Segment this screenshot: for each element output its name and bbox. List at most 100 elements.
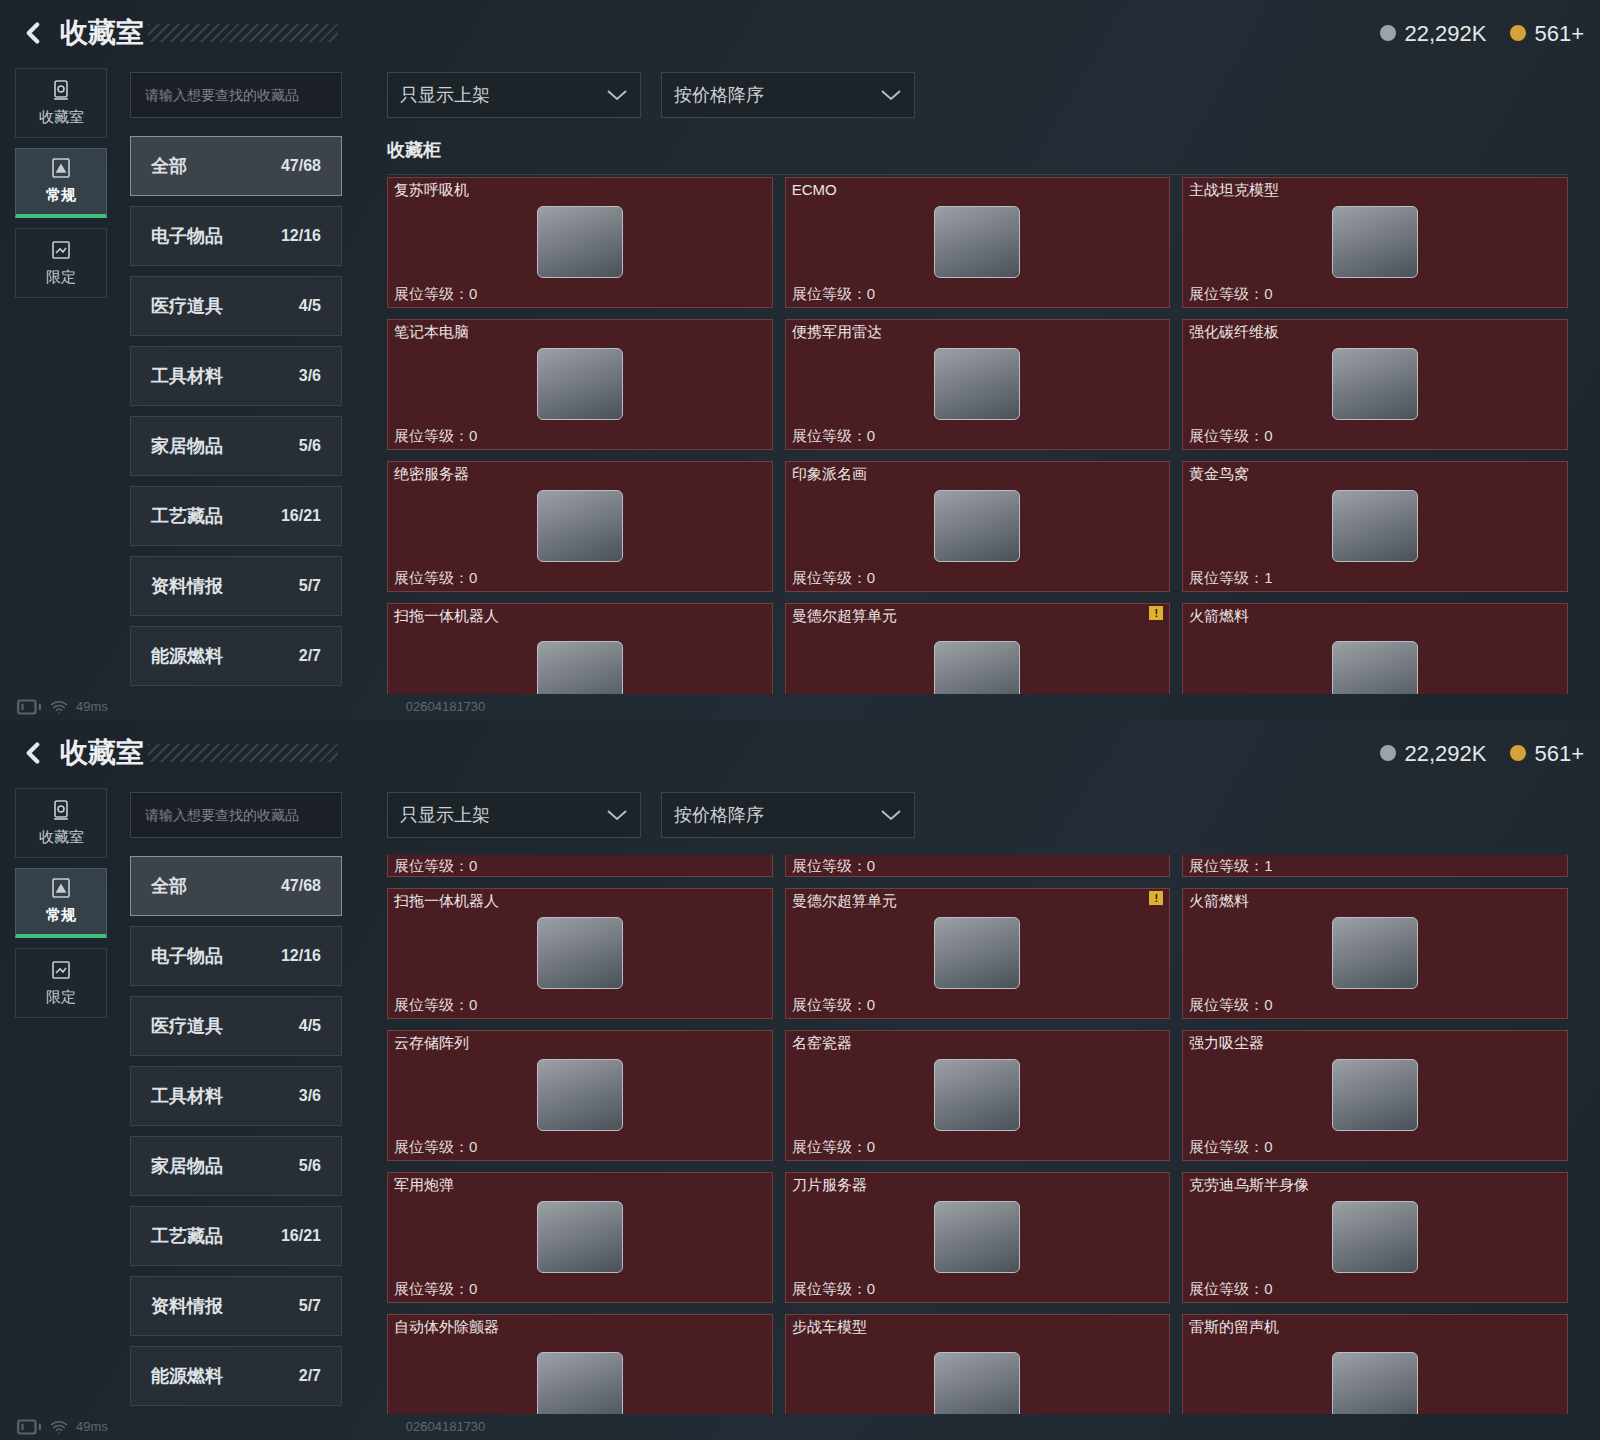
category-item[interactable]: 工艺藏品16/21 xyxy=(130,486,342,546)
category-item[interactable]: 家居物品5/6 xyxy=(130,1136,342,1196)
category-item[interactable]: 能源燃料2/7 xyxy=(130,1346,342,1406)
category-item[interactable]: 资料情报5/7 xyxy=(130,1276,342,1336)
collection-screen: 收藏室22,292K561+收藏室常规限定请输入想要查找的收藏品全部47/68电… xyxy=(0,0,1600,720)
category-item[interactable]: 资料情报5/7 xyxy=(130,556,342,616)
item-level: 展位等级：0 xyxy=(1189,1280,1561,1298)
item-image xyxy=(934,1352,1020,1414)
filter-dropdown[interactable]: 只显示上架 xyxy=(387,72,641,118)
filter-dropdown[interactable]: 按价格降序 xyxy=(661,792,915,838)
back-icon[interactable] xyxy=(16,736,50,770)
chevron-down-icon xyxy=(606,809,628,821)
item-name: 印象派名画 xyxy=(792,465,1164,483)
item-image xyxy=(1332,1059,1418,1131)
item-card[interactable]: 云存储阵列展位等级：0 xyxy=(387,1030,773,1161)
category-item[interactable]: 全部47/68 xyxy=(130,856,342,916)
search-field[interactable]: 请输入想要查找的收藏品 xyxy=(130,72,342,118)
item-image xyxy=(1332,641,1418,694)
nav-column: 收藏室常规限定 xyxy=(15,66,107,694)
item-card[interactable]: 扫拖一体机器人 xyxy=(387,603,773,694)
item-level: 展位等级：1 xyxy=(1189,569,1561,587)
nav-item[interactable]: 限定 xyxy=(15,228,107,298)
item-name: 主战坦克模型 xyxy=(1189,181,1561,199)
item-level: 展位等级：0 xyxy=(792,996,1164,1014)
item-level: 展位等级：0 xyxy=(792,857,875,875)
item-name: 步战车模型 xyxy=(792,1318,1164,1336)
category-item[interactable]: 医疗道具4/5 xyxy=(130,996,342,1056)
currency-amount: 22,292K xyxy=(1404,17,1486,50)
filter-dropdown[interactable]: 只显示上架 xyxy=(387,792,641,838)
item-card[interactable]: 展位等级：0 xyxy=(785,855,1171,877)
item-card[interactable]: ECMO展位等级：0 xyxy=(785,177,1171,308)
item-image xyxy=(537,1352,623,1414)
item-card[interactable]: 扫拖一体机器人展位等级：0 xyxy=(387,888,773,1019)
category-item[interactable]: 工具材料3/6 xyxy=(130,1066,342,1126)
category-item[interactable]: 工艺藏品16/21 xyxy=(130,1206,342,1266)
section-header: 收藏柜 xyxy=(387,135,1568,175)
chevron-down-icon xyxy=(880,89,902,101)
item-card[interactable]: 强化碳纤维板展位等级：0 xyxy=(1182,319,1568,450)
item-card[interactable]: 克劳迪乌斯半身像展位等级：0 xyxy=(1182,1172,1568,1303)
category-count: 47/68 xyxy=(281,154,321,178)
item-card[interactable]: 展位等级：0 xyxy=(387,855,773,877)
item-image xyxy=(934,206,1020,278)
category-item[interactable]: 电子物品12/16 xyxy=(130,926,342,986)
session-id: 02604181730 xyxy=(406,1417,486,1437)
category-count: 47/68 xyxy=(281,874,321,898)
item-card[interactable]: 印象派名画展位等级：0 xyxy=(785,461,1171,592)
item-level: 展位等级：0 xyxy=(792,1280,1164,1298)
filter-dropdown[interactable]: 按价格降序 xyxy=(661,72,915,118)
item-card[interactable]: 便携军用雷达展位等级：0 xyxy=(785,319,1171,450)
nav-icon xyxy=(49,876,73,900)
item-card[interactable]: 绝密服务器展位等级：0 xyxy=(387,461,773,592)
category-count: 16/21 xyxy=(281,1224,321,1248)
currency: 561+ xyxy=(1508,737,1584,770)
coin-icon xyxy=(1508,23,1528,43)
category-item[interactable]: 医疗道具4/5 xyxy=(130,276,342,336)
item-card[interactable]: 曼德尔超算单元展位等级：0! xyxy=(785,888,1171,1019)
item-card[interactable]: 展位等级：1 xyxy=(1182,855,1568,877)
title-stripes xyxy=(148,24,338,42)
item-card[interactable]: 步战车模型 xyxy=(785,1314,1171,1414)
chevron-down-icon xyxy=(880,809,902,821)
nav-item[interactable]: 收藏室 xyxy=(15,68,107,138)
item-name: 绝密服务器 xyxy=(394,465,766,483)
item-card[interactable]: 雷斯的留声机 xyxy=(1182,1314,1568,1414)
nav-item[interactable]: 收藏室 xyxy=(15,788,107,858)
item-card[interactable]: 黄金鸟窝展位等级：1 xyxy=(1182,461,1568,592)
nav-item[interactable]: 常规 xyxy=(15,868,107,938)
item-card[interactable]: 强力吸尘器展位等级：0 xyxy=(1182,1030,1568,1161)
item-level: 展位等级：0 xyxy=(394,285,766,303)
back-icon[interactable] xyxy=(16,16,50,50)
item-card[interactable]: 火箭燃料 xyxy=(1182,603,1568,694)
body: 收藏室常规限定请输入想要查找的收藏品全部47/68电子物品12/16医疗道具4/… xyxy=(0,66,1600,694)
item-card[interactable]: 笔记本电脑展位等级：0 xyxy=(387,319,773,450)
item-name: 克劳迪乌斯半身像 xyxy=(1189,1176,1561,1194)
nav-item[interactable]: 限定 xyxy=(15,948,107,1018)
category-item[interactable]: 全部47/68 xyxy=(130,136,342,196)
category-item[interactable]: 电子物品12/16 xyxy=(130,206,342,266)
item-card[interactable]: 自动体外除颤器 xyxy=(387,1314,773,1414)
item-name: 曼德尔超算单元 xyxy=(792,892,1164,910)
item-card[interactable]: 军用炮弹展位等级：0 xyxy=(387,1172,773,1303)
search-placeholder: 请输入想要查找的收藏品 xyxy=(145,805,299,826)
item-card[interactable]: 名窑瓷器展位等级：0 xyxy=(785,1030,1171,1161)
item-card[interactable]: 火箭燃料展位等级：0 xyxy=(1182,888,1568,1019)
item-image xyxy=(1332,917,1418,989)
header: 收藏室22,292K561+ xyxy=(0,720,1600,786)
battery-icon xyxy=(16,694,42,720)
item-level: 展位等级：0 xyxy=(1189,1138,1561,1156)
item-card[interactable]: 复苏呼吸机展位等级：0 xyxy=(387,177,773,308)
category-item[interactable]: 工具材料3/6 xyxy=(130,346,342,406)
item-level: 展位等级：0 xyxy=(792,427,1164,445)
item-card[interactable]: 刀片服务器展位等级：0 xyxy=(785,1172,1171,1303)
item-card[interactable]: 曼德尔超算单元! xyxy=(785,603,1171,694)
item-image xyxy=(537,348,623,420)
title-stripes xyxy=(148,744,338,762)
item-name: 雷斯的留声机 xyxy=(1189,1318,1561,1336)
item-name: 扫拖一体机器人 xyxy=(394,607,766,625)
category-item[interactable]: 家居物品5/6 xyxy=(130,416,342,476)
item-card[interactable]: 主战坦克模型展位等级：0 xyxy=(1182,177,1568,308)
category-item[interactable]: 能源燃料2/7 xyxy=(130,626,342,686)
search-field[interactable]: 请输入想要查找的收藏品 xyxy=(130,792,342,838)
nav-item[interactable]: 常规 xyxy=(15,148,107,218)
